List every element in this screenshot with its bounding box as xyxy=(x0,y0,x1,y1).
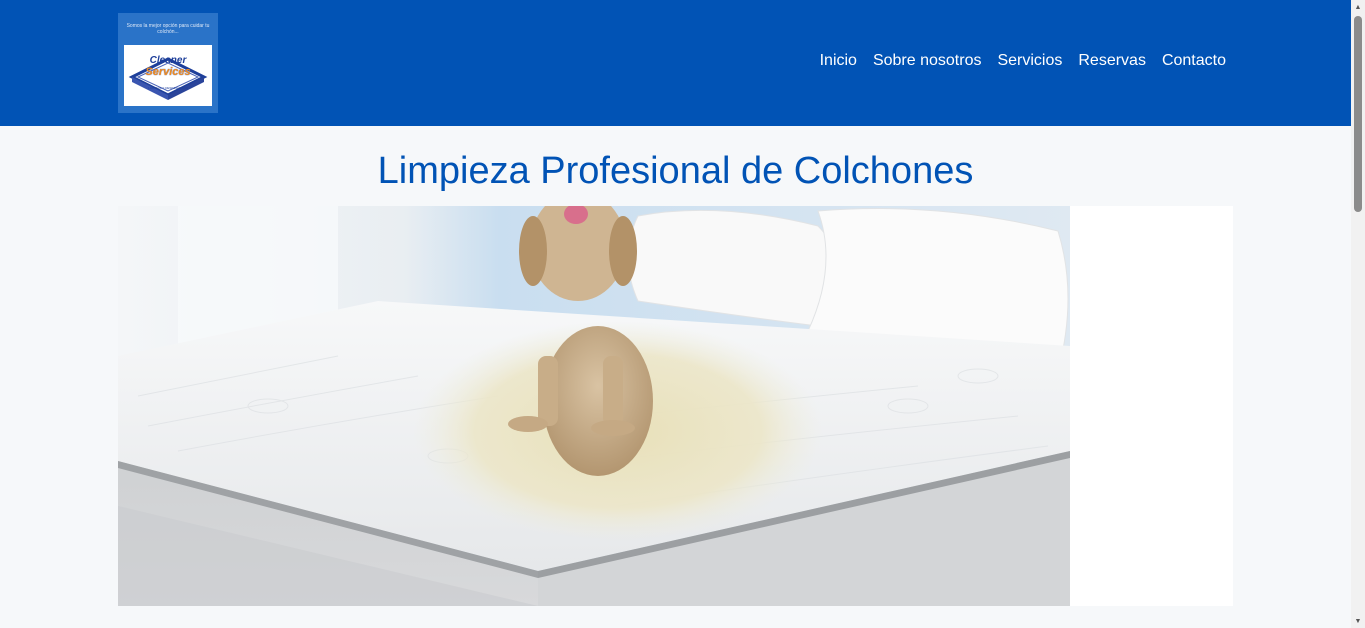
scrollbar-thumb[interactable] xyxy=(1354,16,1362,212)
hero-image xyxy=(118,206,1070,606)
logo-tagline: Somos la mejor opción para cuidar tu col… xyxy=(126,23,210,35)
logo-card: LIMPIEZA Y DESINFECCIÓN Cleaner Services xyxy=(124,45,212,106)
nav-link-inicio[interactable]: Inicio xyxy=(820,52,857,70)
scroll-up-arrow-icon[interactable]: ▲ xyxy=(1351,0,1365,14)
site-header: Somos la mejor opción para cuidar tu col… xyxy=(0,0,1351,126)
nav-link-contacto[interactable]: Contacto xyxy=(1162,52,1226,70)
page: Somos la mejor opción para cuidar tu col… xyxy=(0,0,1365,628)
svg-text:LIMPIEZA Y DESINFECCIÓN: LIMPIEZA Y DESINFECCIÓN xyxy=(148,85,188,90)
hero-image-container xyxy=(118,206,1233,606)
main-nav: Inicio Sobre nosotros Servicios Reservas… xyxy=(820,52,1226,70)
logo-word-cleaner: Cleaner xyxy=(149,55,187,66)
nav-link-servicios[interactable]: Servicios xyxy=(997,52,1062,70)
nav-link-reservas[interactable]: Reservas xyxy=(1078,52,1146,70)
logo-word-services: Services xyxy=(145,66,191,78)
dog-on-mattress-image xyxy=(118,206,1070,606)
logo[interactable]: Somos la mejor opción para cuidar tu col… xyxy=(118,13,218,113)
nav-link-sobre-nosotros[interactable]: Sobre nosotros xyxy=(873,52,982,70)
vertical-scrollbar[interactable]: ▲ ▼ xyxy=(1351,0,1365,628)
scroll-down-arrow-icon[interactable]: ▼ xyxy=(1351,614,1365,628)
page-title: Limpieza Profesional de Colchones xyxy=(377,150,974,192)
